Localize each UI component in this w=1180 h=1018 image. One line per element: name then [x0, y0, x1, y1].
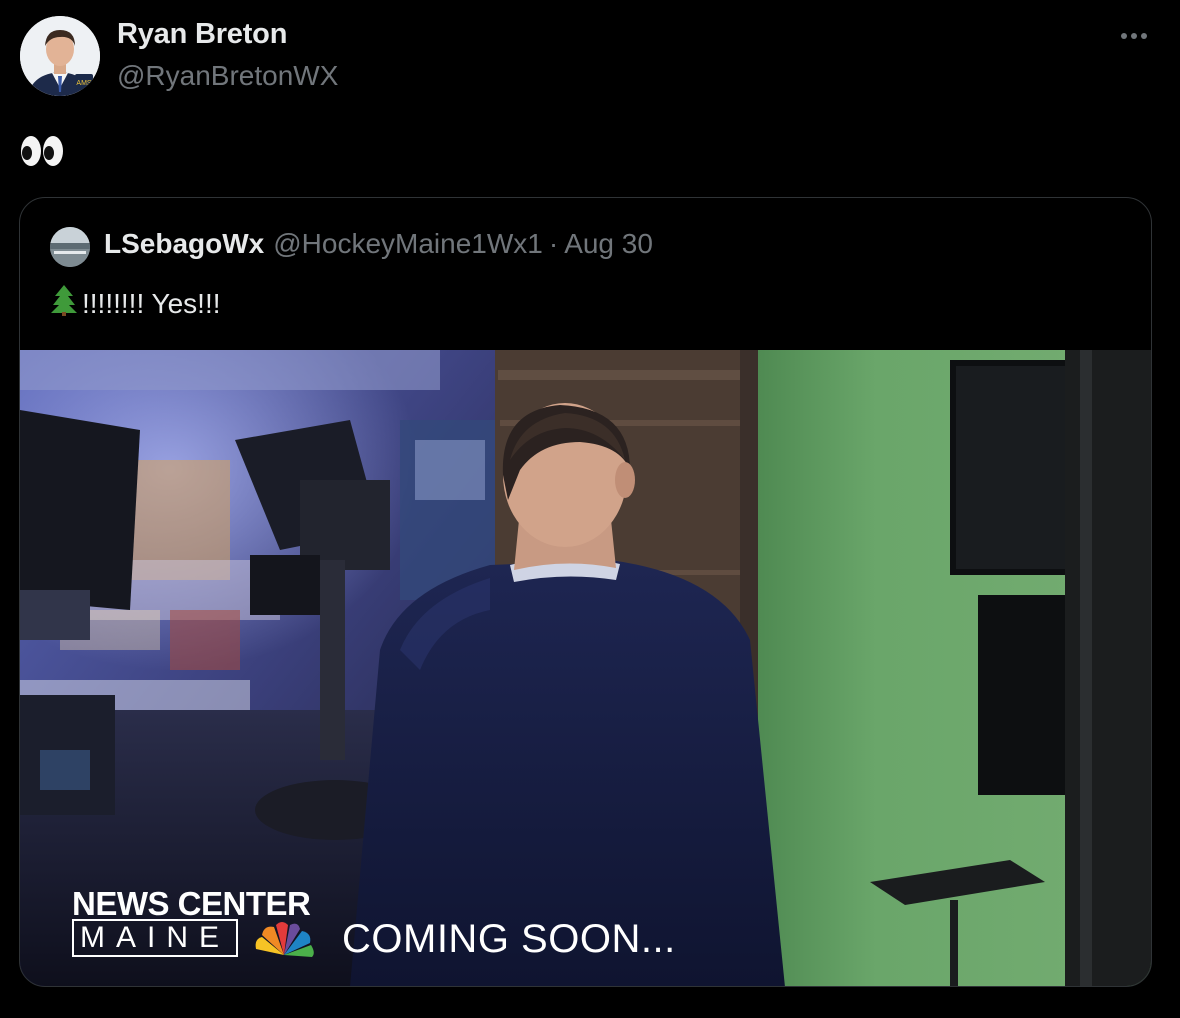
- eyes-emoji-icon: [21, 136, 63, 166]
- quoted-author-handle[interactable]: @HockeyMaine1Wx1: [273, 228, 543, 260]
- quoted-tweet-date[interactable]: Aug 30: [564, 228, 653, 260]
- quoted-tweet-text-body: !!!!!!!! Yes!!!: [82, 287, 221, 319]
- quoted-avatar-image: [50, 227, 90, 267]
- quoted-tweet-header: LSebagoWx @HockeyMaine1Wx1 · Aug 30: [104, 228, 653, 260]
- author-avatar[interactable]: AMS: [20, 16, 100, 96]
- author-name[interactable]: Ryan Breton: [117, 18, 287, 51]
- quoted-author-name[interactable]: LSebagoWx: [104, 228, 264, 260]
- author-avatar-image: AMS: [20, 16, 100, 96]
- brand-news-center: NEWS CENTER: [72, 885, 311, 922]
- author-handle[interactable]: @RyanBretonWX: [117, 60, 338, 92]
- nbc-peacock-icon: [253, 919, 315, 959]
- quoted-tweet-media[interactable]: NEWS CENTER MAINE COMING SOON...: [20, 350, 1151, 986]
- brand-maine: MAINE: [72, 919, 239, 957]
- more-options-button[interactable]: [1112, 24, 1156, 48]
- evergreen-tree-icon: [50, 284, 78, 323]
- more-horizontal-icon-dot: [1141, 33, 1147, 39]
- more-horizontal-icon: [1121, 33, 1127, 39]
- coming-soon-text: COMING SOON...: [342, 917, 676, 961]
- quoted-tweet-text: !!!!!!!! Yes!!!: [50, 284, 221, 323]
- tweet-text: [20, 133, 64, 169]
- quoted-tweet-card[interactable]: LSebagoWx @HockeyMaine1Wx1 · Aug 30 !!!!…: [19, 197, 1152, 987]
- ams-badge-text: AMS: [76, 80, 92, 87]
- quoted-author-avatar[interactable]: [50, 227, 90, 267]
- header-separator: ·: [548, 228, 559, 259]
- more-horizontal-icon-dot: [1131, 33, 1137, 39]
